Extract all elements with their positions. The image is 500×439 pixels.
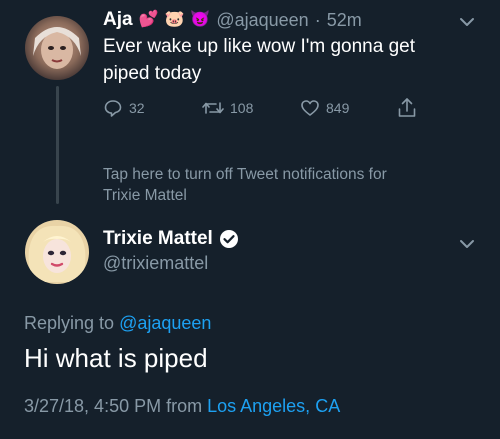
share-icon [398, 98, 416, 117]
tweet-text: Ever wake up like wow I'm gonna get pipe… [103, 33, 483, 87]
separator: · [314, 9, 321, 30]
avatar-trixie[interactable] [25, 220, 89, 284]
avatar-aja[interactable] [25, 16, 89, 80]
share-button[interactable] [397, 97, 417, 119]
notification-toggle-prompt[interactable]: Tap here to turn off Tweet notifications… [103, 164, 483, 206]
chevron-down-icon[interactable] [458, 13, 476, 31]
tweet1-header: Aja 💕 🐷 😈 @ajaqueen · 52m [103, 9, 362, 31]
verified-badge-icon [219, 229, 239, 249]
tweet-timestamp: 3/27/18, 4:50 PM from [24, 396, 203, 416]
handle[interactable]: @ajaqueen [216, 10, 308, 31]
like-icon [301, 100, 319, 116]
tweet-text-line: piped today [103, 63, 202, 84]
display-name[interactable]: Trixie Mattel [103, 228, 213, 250]
like-count: 849 [326, 100, 350, 116]
notification-line: Trixie Mattel [103, 187, 187, 204]
retweet-icon [202, 102, 224, 114]
retweet-button[interactable]: 108 [202, 98, 253, 118]
timestamp: 52m [326, 9, 362, 30]
replying-to: Replying to @ajaqueen [24, 313, 211, 334]
location-link[interactable]: Los Angeles, CA [207, 396, 340, 416]
replying-to-handle-link[interactable]: @ajaqueen [119, 313, 211, 333]
reply-count: 32 [129, 100, 145, 116]
handle[interactable]: @trixiemattel [103, 253, 208, 274]
pig-emoji-icon: 🐷 [164, 11, 185, 28]
replying-to-label: Replying to [24, 313, 115, 333]
tweet-text-line: Ever wake up like wow I'm gonna get [103, 36, 416, 57]
chevron-down-icon[interactable] [458, 235, 476, 253]
reply-button[interactable]: 32 [103, 98, 145, 118]
heart-emoji-icon: 💕 [138, 11, 159, 28]
reply-icon [104, 100, 122, 117]
thread-connector-line [56, 86, 59, 204]
like-button[interactable]: 849 [300, 98, 349, 118]
tweet-text: Hi what is piped [24, 343, 208, 373]
tweet-meta: 3/27/18, 4:50 PM from Los Angeles, CA [24, 396, 340, 417]
display-name[interactable]: Aja [103, 9, 133, 31]
notification-line: Tap here to turn off Tweet notifications… [103, 166, 387, 183]
tweet2-header: Trixie Mattel [103, 228, 239, 250]
retweet-count: 108 [230, 100, 254, 116]
devil-emoji-icon: 😈 [190, 11, 211, 28]
